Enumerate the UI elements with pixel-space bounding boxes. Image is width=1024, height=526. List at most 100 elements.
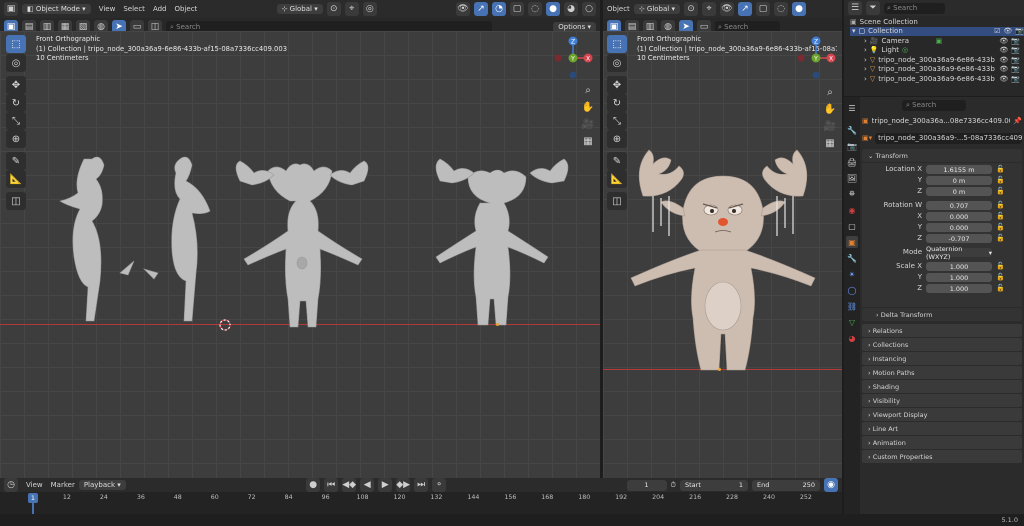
expand-icon[interactable]: › — [864, 46, 867, 54]
menu-add[interactable]: Add — [153, 5, 167, 13]
camera-icon[interactable]: 📷 — [1011, 37, 1020, 45]
start-frame-field[interactable]: Start 1 — [680, 479, 748, 491]
motion-paths-panel[interactable]: › Motion Paths — [862, 366, 1022, 379]
lock-icon[interactable]: 🔓 — [996, 284, 1005, 292]
object-mode-dropdown[interactable]: ◧ Object Mode ▾ — [22, 4, 91, 14]
material-shading-icon[interactable]: ◕ — [564, 2, 578, 16]
eye-icon[interactable]: 👁 — [999, 46, 1008, 54]
frame-ruler[interactable]: 12 24 36 48 60 72 84 96 108 120 132 144 156 168 180 192… — [0, 492, 842, 514]
editor-type-icon[interactable]: ☰ — [846, 102, 858, 114]
menu-object-right[interactable]: Object — [607, 5, 630, 13]
lock-icon[interactable]: 🔓 — [996, 187, 1005, 195]
camera-view-icon[interactable]: 🎥 — [580, 116, 596, 132]
timeline-editor-icon[interactable]: ◷ — [4, 478, 18, 492]
menu-object[interactable]: Object — [175, 5, 198, 13]
physics-tab-icon[interactable]: ◯ — [846, 284, 858, 296]
gizmo-toggle-icon[interactable]: ↗ — [474, 2, 488, 16]
playback-dropdown[interactable]: Playback ▾ — [78, 480, 126, 490]
viewport-display-panel[interactable]: › Viewport Display — [862, 408, 1022, 421]
object-tab-icon[interactable]: ▣ — [846, 236, 858, 248]
play-reverse-icon[interactable]: ◀ — [360, 478, 375, 492]
right-navigation-gizmo[interactable]: Z Y X — [793, 35, 839, 81]
collection-tab-icon[interactable]: ▢ — [846, 220, 858, 232]
end-frame-field[interactable]: End 250 — [752, 479, 820, 491]
camera-icon[interactable]: 📷 — [1015, 27, 1024, 35]
wireframe-shading-icon[interactable]: ◌ — [528, 2, 542, 16]
visibility-panel[interactable]: › Visibility — [862, 394, 1022, 407]
zoom-icon[interactable]: ⌕ — [580, 82, 596, 98]
timeline-menu-marker[interactable]: Marker — [51, 481, 75, 489]
outliner-item-mesh[interactable]: › ▽ tripo_node_300a36a9-6e86-433b 👁 📷 — [850, 65, 1020, 75]
location-z-field[interactable]: 0 m — [926, 187, 992, 196]
right-camera-icon[interactable]: 🎥 — [822, 118, 838, 134]
play-icon[interactable]: ▶ — [378, 478, 393, 492]
xray-icon[interactable]: ▢ — [510, 2, 524, 16]
output-tab-icon[interactable]: 🖨 — [846, 156, 858, 168]
transform-orientation-dropdown[interactable]: ⊹ Global ▾ — [276, 4, 323, 14]
keying-icon[interactable]: ⚬ — [432, 478, 447, 492]
proportional-edit-icon[interactable]: ◎ — [362, 2, 377, 16]
eye-icon[interactable]: 👁 — [999, 37, 1008, 45]
scale-z-field[interactable]: 1.000 — [926, 284, 992, 293]
shading-panel[interactable]: › Shading — [862, 380, 1022, 393]
outliner-item-mesh[interactable]: › ▽ tripo_node_300a36a9-6e86-433b 👁 📷 — [850, 74, 1020, 84]
rotation-z-field[interactable]: -0.707 — [926, 234, 992, 243]
solid-shading-icon[interactable]: ● — [546, 2, 560, 16]
editor-type-icon[interactable]: ▣ — [4, 2, 18, 16]
expand-icon[interactable]: › — [864, 37, 867, 45]
particles-tab-icon[interactable]: ✴ — [846, 268, 858, 280]
outliner-search-input[interactable]: ⌕ Search — [884, 2, 945, 14]
scale-tool[interactable]: ⤡ — [6, 112, 26, 130]
record-icon[interactable]: ● — [306, 478, 321, 492]
line-art-panel[interactable]: › Line Art — [862, 422, 1022, 435]
pan-hand-icon[interactable]: ✋ — [580, 99, 596, 115]
right-3d-viewport[interactable]: Front Orthographic (1) Collection | trip… — [603, 31, 842, 478]
custom-properties-panel[interactable]: › Custom Properties — [862, 450, 1022, 463]
scale-x-field[interactable]: 1.000 — [926, 262, 992, 271]
right-ortho-icon[interactable]: ▦ — [822, 135, 838, 151]
reindeer-closeup-model[interactable] — [623, 136, 823, 372]
scale-y-field[interactable]: 1.000 — [926, 273, 992, 282]
move-tool[interactable]: ✥ — [6, 76, 26, 94]
constraints-tab-icon[interactable]: ⛓ — [846, 300, 858, 312]
object-name-field[interactable]: tripo_node_300a36a9-...5-08a7336cc409.00… — [875, 132, 1022, 144]
stopwatch-icon[interactable]: ⏱ — [671, 481, 676, 490]
delta-transform-panel[interactable]: › Delta Transform — [862, 308, 1022, 321]
model-side-view-right[interactable] — [142, 156, 211, 322]
cursor-tool[interactable]: ◎ — [6, 54, 26, 72]
rendered-shading-icon[interactable]: ○ — [582, 2, 596, 16]
timeline-view-icon[interactable]: ◉ — [824, 478, 838, 492]
data-tab-icon[interactable]: ▽ — [846, 316, 858, 328]
lock-icon[interactable]: 🔓 — [996, 223, 1005, 231]
rotation-y-field[interactable]: 0.000 — [926, 223, 992, 232]
rotation-x-field[interactable]: 0.000 — [926, 212, 992, 221]
lock-icon[interactable]: 🔓 — [996, 201, 1005, 209]
annotate-tool[interactable]: ✎ — [6, 152, 26, 170]
modifier-tab-icon[interactable]: 🔧 — [846, 252, 858, 264]
camera-icon[interactable]: 📷 — [1011, 75, 1020, 83]
menu-view[interactable]: View — [99, 5, 116, 13]
reindeer-models[interactable] — [40, 151, 580, 331]
object-name[interactable]: tripo_node_300a36a...08e7336cc409.003 — [872, 117, 1011, 125]
lock-icon[interactable]: 🔓 — [996, 165, 1005, 173]
current-frame-field[interactable]: 1 — [626, 479, 667, 491]
relations-panel[interactable]: › Relations — [862, 324, 1022, 337]
outliner-item-mesh[interactable]: › ▽ tripo_node_300a36a9-6e86-433b 👁 📷 — [850, 55, 1020, 65]
filter-icon[interactable]: ⏷ — [866, 1, 880, 15]
right-scale-tool[interactable]: ⤡ — [607, 112, 627, 130]
camera-icon[interactable]: 📷 — [1011, 56, 1020, 64]
playhead[interactable]: 1 — [28, 493, 38, 503]
lock-icon[interactable]: 🔓 — [996, 273, 1005, 281]
rotate-tool[interactable]: ↻ — [6, 94, 26, 112]
right-gizmo-icon[interactable]: ↗ — [738, 2, 752, 16]
right-solid-icon[interactable]: ● — [792, 2, 806, 16]
camera-icon[interactable]: 📷 — [1011, 65, 1020, 73]
collection-row[interactable]: ▾ ▢ Collection ☑ 👁 📷 — [850, 26, 1024, 36]
scene-tab-icon[interactable]: ⛯ — [846, 188, 858, 200]
location-x-field[interactable]: 1.6155 m — [926, 165, 992, 174]
pin-icon[interactable]: 📌 — [1013, 117, 1022, 125]
instancing-panel[interactable]: › Instancing — [862, 352, 1022, 365]
right-visibility-icon[interactable]: 👁 — [720, 2, 734, 16]
material-tab-icon[interactable]: ◕ — [846, 332, 858, 344]
tool-tab-icon[interactable]: 🔧 — [846, 124, 858, 136]
